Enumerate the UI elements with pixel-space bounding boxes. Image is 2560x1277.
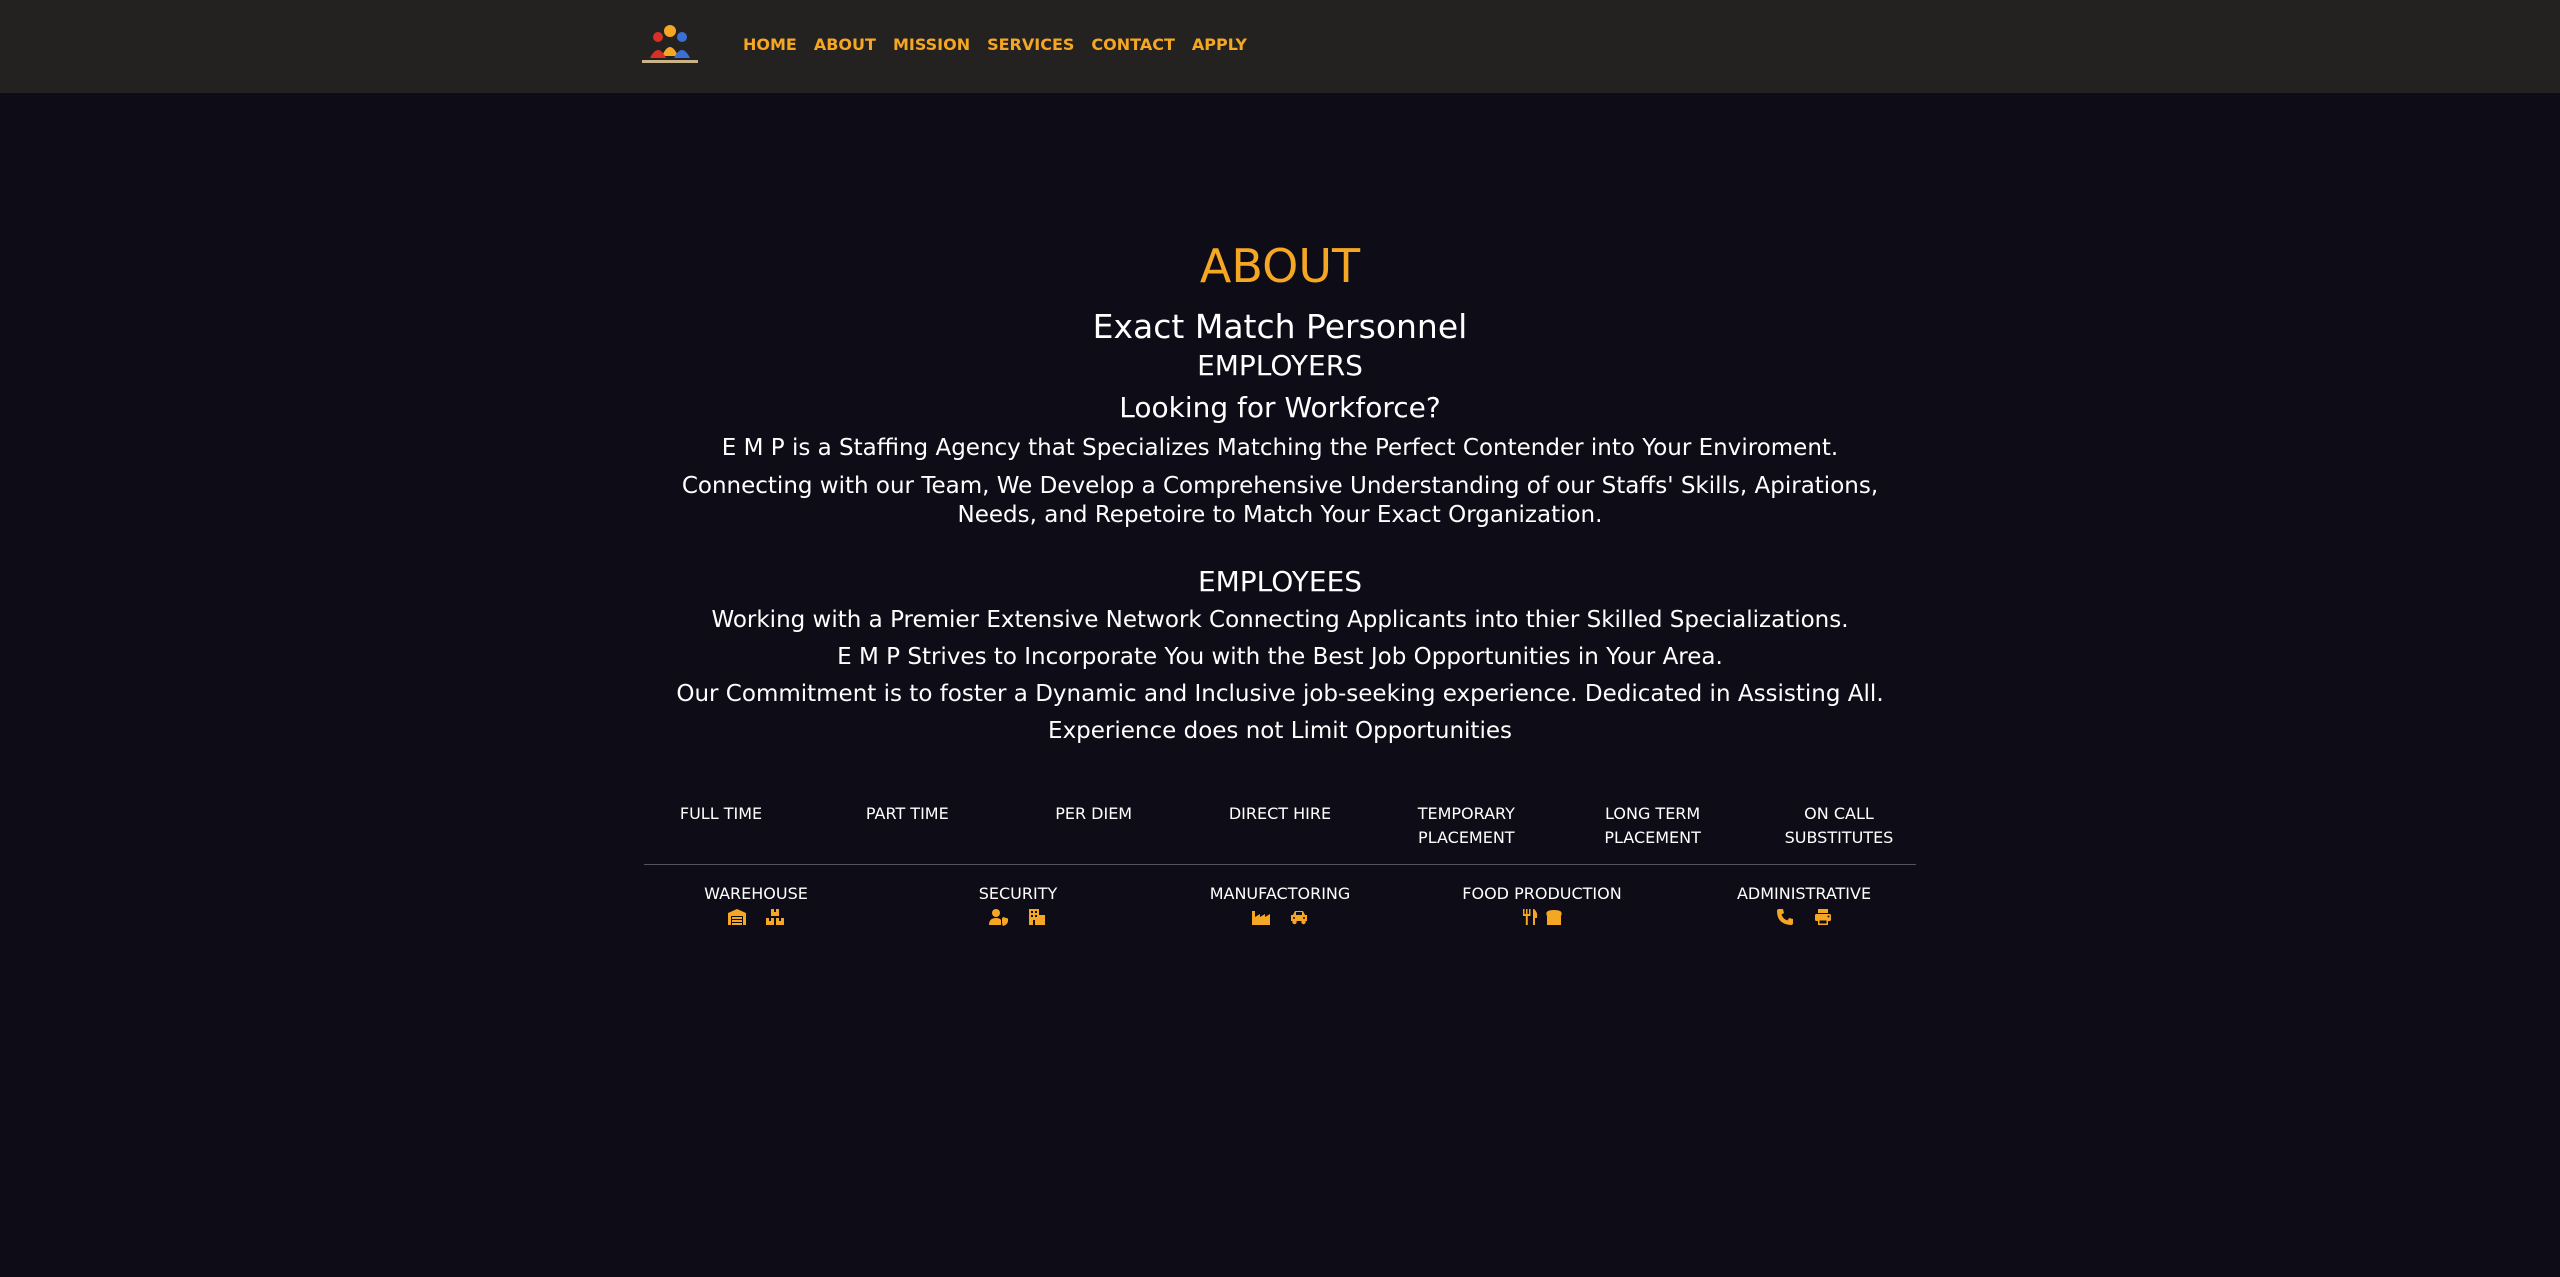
- employers-question: Looking for Workforce?: [1119, 391, 1441, 424]
- category-warehouse: WAREHOUSE: [646, 882, 866, 926]
- type-part-time: PART TIME: [865, 804, 949, 823]
- type-direct-hire: DIRECT HIRE: [1228, 804, 1332, 823]
- category-label: MANUFACTORING: [1209, 884, 1351, 903]
- top-navbar: HOME ABOUT MISSION SERVICES CONTACT APPL…: [0, 0, 2560, 93]
- type-per-diem: PER DIEM: [1055, 804, 1133, 823]
- nav-about-link[interactable]: ABOUT: [814, 35, 876, 55]
- building-icon: [1027, 908, 1047, 926]
- employees-paragraph-1: Working with a Premier Extensive Network…: [711, 607, 1849, 633]
- type-long-term-placement: LONG TERM PLACEMENT: [1604, 804, 1701, 847]
- nav-services-link[interactable]: SERVICES: [987, 35, 1074, 55]
- industry-icon: [1251, 908, 1271, 926]
- about-title: ABOUT: [1199, 239, 1361, 293]
- employers-paragraph-1: E M P is a Staffing Agency that Speciali…: [721, 435, 1839, 461]
- print-icon: [1813, 908, 1833, 926]
- employees-heading: EMPLOYEES: [1197, 565, 1363, 598]
- employment-types-row: FULL TIME PART TIME PER DIEM DIRECT HIRE…: [646, 802, 1914, 850]
- employees-paragraph-2: E M P Strives to Incorporate You with th…: [837, 644, 1723, 670]
- company-name: Exact Match Personnel: [1092, 307, 1468, 346]
- category-security: SECURITY: [908, 882, 1128, 926]
- category-administrative: ADMINISTRATIVE: [1694, 882, 1914, 926]
- type-temporary-placement: TEMPORARY PLACEMENT: [1417, 804, 1515, 847]
- job-categories-row: WAREHOUSE SECURITY MANUFACTORING FOOD PR…: [646, 882, 1914, 926]
- category-food-production: FOOD PRODUCTION: [1432, 882, 1652, 926]
- user-shield-icon: [989, 908, 1009, 926]
- phone-icon: [1775, 908, 1795, 926]
- category-manufactoring: MANUFACTORING: [1170, 882, 1390, 926]
- main-nav: HOME ABOUT MISSION SERVICES CONTACT APPL…: [743, 35, 1264, 55]
- type-on-call-substitutes: ON CALL SUBSTITUTES: [1784, 804, 1894, 847]
- employers-paragraph-2: Connecting with our Team, We Develop a C…: [681, 473, 1879, 528]
- type-full-time: FULL TIME: [679, 804, 763, 823]
- nav-contact-link[interactable]: CONTACT: [1091, 35, 1174, 55]
- category-label: FOOD PRODUCTION: [1462, 884, 1622, 903]
- utensils-icon: [1520, 908, 1540, 926]
- warehouse-icon: [727, 908, 747, 926]
- company-logo[interactable]: [638, 22, 702, 66]
- nav-mission-link[interactable]: MISSION: [893, 35, 970, 55]
- section-divider: [644, 864, 1916, 865]
- category-label: SECURITY: [978, 884, 1058, 903]
- nav-apply-link[interactable]: APPLY: [1192, 35, 1247, 55]
- category-label: ADMINISTRATIVE: [1736, 884, 1872, 903]
- employers-heading: EMPLOYERS: [1197, 349, 1363, 382]
- employees-paragraph-4: Experience does not Limit Opportunities: [1048, 718, 1512, 744]
- boxes-icon: [765, 908, 785, 926]
- employees-paragraph-3: Our Commitment is to foster a Dynamic an…: [676, 681, 1884, 707]
- bread-icon: [1544, 908, 1564, 926]
- category-label: WAREHOUSE: [704, 884, 808, 903]
- car-icon: [1289, 908, 1309, 926]
- nav-home-link[interactable]: HOME: [743, 35, 797, 55]
- logo-people-icon: [642, 25, 698, 63]
